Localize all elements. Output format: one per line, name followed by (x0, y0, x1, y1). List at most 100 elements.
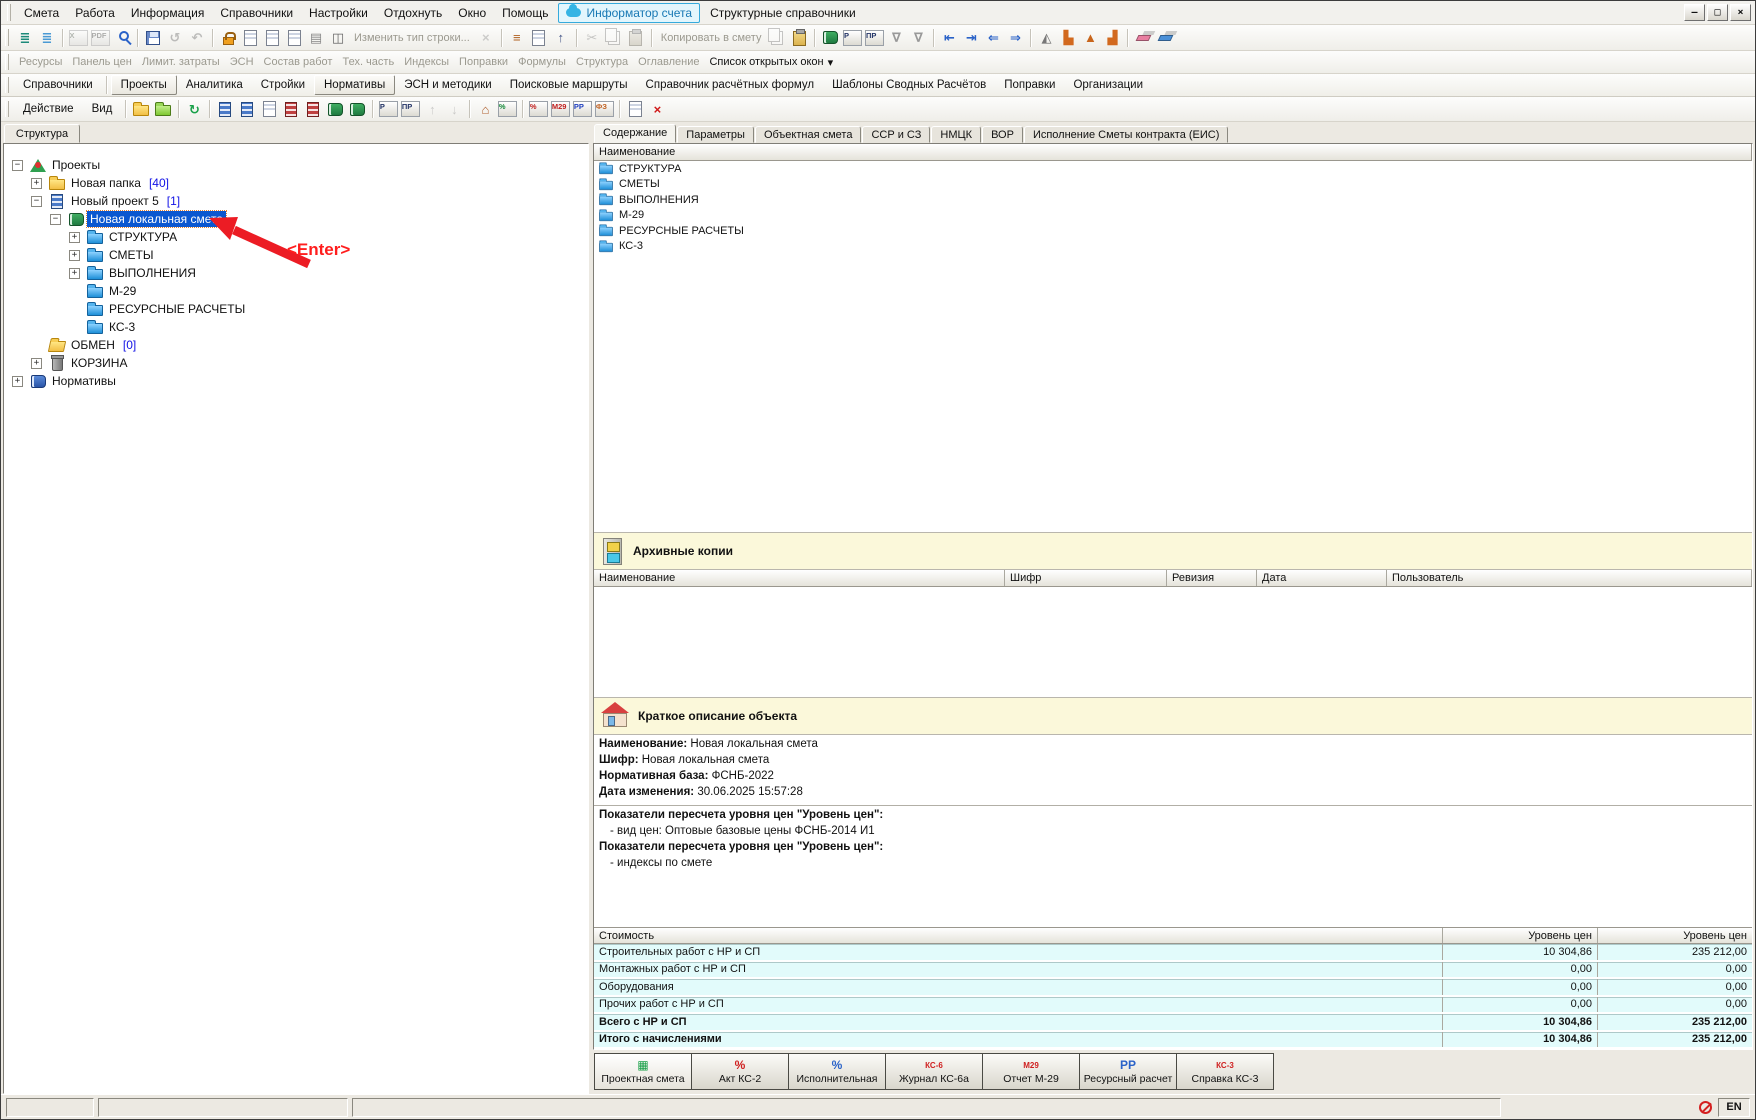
panel-toggle-button[interactable]: Состав работ (259, 56, 338, 68)
content-list-item[interactable]: СМЕТЫ (594, 177, 1752, 193)
project-pr-icon[interactable]: ПР (400, 99, 420, 119)
menu-item-structural-references[interactable]: Структурные справочники (702, 3, 864, 23)
export-project-icon[interactable] (303, 99, 323, 119)
section-tab[interactable]: Шаблоны Сводных Расчётов (823, 76, 995, 94)
panel-toggle-button[interactable]: Формулы (513, 56, 571, 68)
menu-item-account-informer[interactable]: Информатор счета (558, 3, 700, 23)
report-tab-button[interactable]: ▦Проектная смета (594, 1053, 692, 1090)
report-tab-button[interactable]: РРРесурсный расчет (1079, 1053, 1177, 1090)
report-tab-button[interactable]: %Акт КС-2 (691, 1053, 789, 1090)
edit-document-icon[interactable] (529, 28, 549, 48)
panel-toggle-button[interactable]: Поправки (454, 56, 513, 68)
save-icon[interactable] (143, 28, 163, 48)
content-list-item[interactable]: М-29 (594, 208, 1752, 224)
estimate-percent-icon[interactable]: % (497, 99, 517, 119)
archive-column-header[interactable]: Шифр (1005, 570, 1167, 586)
materials-icon[interactable]: ▲ (1080, 28, 1100, 48)
object-icon[interactable]: ⌂ (475, 99, 495, 119)
report-tab-button[interactable]: КС-6Журнал КС-6а (885, 1053, 983, 1090)
tab-structure[interactable]: Структура (4, 124, 80, 143)
filter-icon[interactable]: ∇ (908, 28, 928, 48)
insert-section-icon[interactable] (262, 28, 282, 48)
layers-pink-icon[interactable] (1133, 28, 1153, 48)
detail-tab[interactable]: Параметры (677, 126, 754, 143)
filter-clear-icon[interactable]: ∇ (886, 28, 906, 48)
set-structure-icon[interactable]: ≣ (37, 28, 57, 48)
new-project-icon[interactable] (215, 99, 235, 119)
section-tab[interactable]: Нормативы (314, 75, 395, 95)
machines-icon[interactable]: ◭ (1036, 28, 1056, 48)
tree-item[interactable]: ОБМЕН[0] (4, 336, 588, 354)
menu-item[interactable]: Смета (16, 3, 67, 23)
tree-expand-toggle[interactable]: + (69, 232, 80, 243)
import-project-icon[interactable] (281, 99, 301, 119)
toolbar-grip[interactable] (5, 77, 9, 92)
report-tab-button[interactable]: М29Отчет М-29 (982, 1053, 1080, 1090)
menu-item[interactable]: Отдохнуть (376, 3, 450, 23)
tree-expand-toggle[interactable]: + (12, 376, 23, 387)
resource-calc-icon[interactable]: РР (572, 99, 592, 119)
keyboard-layout-indicator[interactable]: EN (1718, 1098, 1750, 1117)
recalculate-icon[interactable]: ≡ (507, 28, 527, 48)
menu-item[interactable]: Окно (450, 3, 494, 23)
new-estimate-icon[interactable] (325, 99, 345, 119)
insert-row-icon[interactable] (240, 28, 260, 48)
move-row-up-icon[interactable]: ↑ (551, 28, 571, 48)
section-tab[interactable]: Проекты (111, 75, 177, 95)
m29-report-icon[interactable]: М29 (550, 99, 570, 119)
search-icon[interactable] (112, 28, 132, 48)
shift-left-icon[interactable]: ⇐ (983, 28, 1003, 48)
section-tab[interactable]: Поисковые маршруты (501, 76, 637, 94)
project-card-icon[interactable] (259, 99, 279, 119)
panel-toggle-button[interactable]: Панель цен (67, 56, 136, 68)
copy-project-icon[interactable] (237, 99, 257, 119)
indent-decrease-icon[interactable]: ⇤ (939, 28, 959, 48)
cost-header-price-level-2[interactable]: Уровень цен (1597, 928, 1752, 943)
content-list-item[interactable]: РЕСУРСНЫЕ РАСЧЕТЫ (594, 223, 1752, 239)
archive-column-header[interactable]: Наименование (594, 570, 1005, 586)
project-p-icon[interactable]: P (378, 99, 398, 119)
tree-item[interactable]: +Нормативы (4, 372, 588, 390)
archive-column-header[interactable]: Ревизия (1167, 570, 1257, 586)
section-tab[interactable]: Организации (1064, 76, 1152, 94)
tree-expand-toggle[interactable]: + (31, 358, 42, 369)
section-tab[interactable]: Поправки (995, 76, 1064, 94)
report-icon[interactable] (625, 99, 645, 119)
blocks-icon[interactable]: ◫ (328, 28, 348, 48)
section-tab[interactable]: Стройки (252, 76, 314, 94)
resource-book-icon[interactable] (820, 28, 840, 48)
cost-header-price-level-1[interactable]: Уровень цен (1442, 928, 1597, 943)
open-estimate-icon[interactable] (347, 99, 367, 119)
detail-tab[interactable]: Исполнение Сметы контракта (ЕИС) (1024, 126, 1228, 143)
toolbar-grip[interactable] (5, 29, 9, 47)
section-tab[interactable]: Аналитика (177, 76, 252, 94)
section-tab[interactable]: Справочники (14, 76, 102, 94)
detail-tab[interactable]: ССР и СЗ (862, 126, 930, 143)
archive-column-header[interactable]: Пользователь (1387, 570, 1752, 586)
tree-item[interactable]: +КОРЗИНА (4, 354, 588, 372)
tree-item[interactable]: +Новая папка[40] (4, 174, 588, 192)
layers-blue-icon[interactable] (1155, 28, 1175, 48)
open-windows-dropdown[interactable]: Список открытых окон ▾ (704, 56, 838, 69)
detail-tab[interactable]: ВОР (982, 126, 1023, 143)
cost-header-label[interactable]: Стоимость (594, 930, 1442, 942)
content-list-item[interactable]: ВЫПОЛНЕНИЯ (594, 192, 1752, 208)
transport-icon[interactable]: ▙ (1058, 28, 1078, 48)
fz-icon[interactable]: ФЗ (594, 99, 614, 119)
restore-button[interactable]: □ (1707, 4, 1728, 21)
change-row-type-label[interactable]: Изменить тип строки... (349, 32, 475, 44)
price-pr-icon[interactable]: ПР (864, 28, 884, 48)
indent-increase-icon[interactable]: ⇥ (961, 28, 981, 48)
equipment-icon[interactable]: ▟ (1102, 28, 1122, 48)
minimize-button[interactable]: – (1684, 4, 1705, 21)
new-folder-icon[interactable] (131, 99, 151, 119)
detail-tab[interactable]: Содержание (594, 124, 676, 143)
tree-expand-toggle[interactable]: + (31, 178, 42, 189)
toolbar-grip[interactable] (5, 101, 9, 118)
report-tab-button[interactable]: %Исполнительная (788, 1053, 886, 1090)
menu-item[interactable]: Вид (83, 100, 122, 118)
panel-toggle-button[interactable]: ЭСН (225, 56, 259, 68)
price-p-icon[interactable]: P (842, 28, 862, 48)
paste-fragment-icon[interactable] (789, 28, 809, 48)
shift-right-icon[interactable]: ⇒ (1005, 28, 1025, 48)
